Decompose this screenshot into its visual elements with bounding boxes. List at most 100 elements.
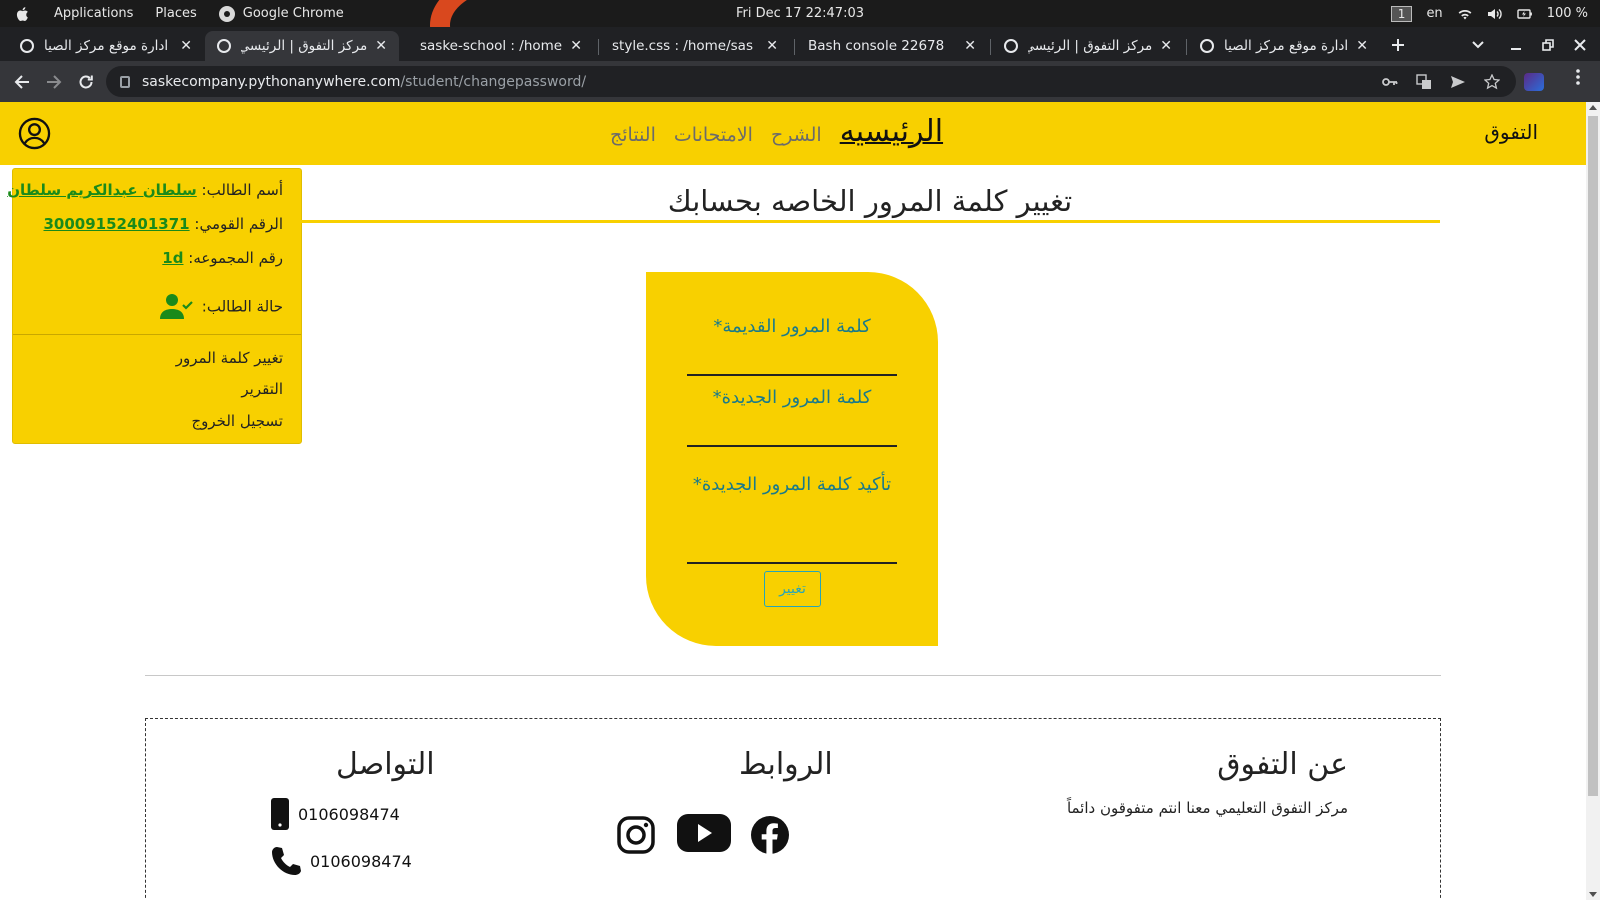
mobile-row: 0106098474: [270, 797, 400, 831]
card-divider: [13, 334, 301, 335]
address-bar[interactable]: saskecompany.pythonanywhere.com/student/…: [106, 66, 1516, 97]
tab-strip: ادارة موقع مركز الصيا ✕ مركز التفوق | ال…: [0, 27, 1600, 61]
reload-button[interactable]: [73, 69, 99, 95]
page-scrollbar[interactable]: [1586, 102, 1600, 900]
tab-7[interactable]: ادارة موقع مركز الصيا ✕: [1188, 31, 1380, 61]
close-icon[interactable]: ✕: [180, 38, 192, 54]
confirm-password-label: تأكيد كلمة المرور الجديدة*: [692, 474, 892, 495]
close-window-button[interactable]: [1574, 31, 1586, 59]
close-icon[interactable]: ✕: [1160, 38, 1172, 54]
student-name-value[interactable]: سلطان عبدالكريم سلطان: [7, 181, 197, 199]
clock[interactable]: Fri Dec 17 22:47:03: [736, 6, 864, 21]
applications-menu[interactable]: Applications: [54, 6, 133, 21]
apple-icon[interactable]: [14, 5, 32, 23]
group-row: رقم المجموعه: 1d: [162, 249, 283, 267]
tab-5[interactable]: Bash console 22678 ✕: [796, 31, 988, 61]
close-icon[interactable]: ✕: [570, 38, 582, 54]
minimize-button[interactable]: [1510, 31, 1522, 59]
old-password-underline: [687, 374, 897, 376]
change-password-button[interactable]: تغيير: [764, 571, 821, 607]
footer-divider: [145, 675, 1441, 676]
places-menu[interactable]: Places: [155, 6, 196, 21]
nav-exams[interactable]: الامتحانات: [674, 124, 753, 146]
new-tab-button[interactable]: [1391, 31, 1405, 59]
scroll-down-arrow[interactable]: [1589, 892, 1597, 897]
star-icon[interactable]: [1484, 73, 1500, 90]
change-password-link[interactable]: تغيير كلمة المرور: [176, 349, 283, 367]
group-value[interactable]: 1d: [162, 249, 183, 267]
chrome-menu-button[interactable]: [1576, 69, 1580, 90]
tab-4[interactable]: style.css : /home/sas ✕: [600, 31, 790, 61]
national-id-value[interactable]: 30009152401371: [43, 215, 189, 233]
wifi-icon[interactable]: [1457, 7, 1473, 21]
report-link[interactable]: التقرير: [241, 380, 283, 398]
logout-link[interactable]: تسجيل الخروج: [191, 412, 283, 430]
change-password-form: كلمة المرور القديمة* كلمة المرور الجديدة…: [646, 272, 938, 646]
student-info-dropdown: أسم الطالب: سلطان عبدالكريم سلطان الرقم …: [7, 168, 302, 444]
new-password-underline: [687, 445, 897, 447]
scrollbar-thumb[interactable]: [1588, 116, 1598, 796]
scroll-up-arrow[interactable]: [1589, 105, 1597, 110]
student-name-label: أسم الطالب:: [201, 181, 283, 199]
tab-title: ادارة موقع مركز الصيا: [44, 38, 169, 54]
tab-1[interactable]: ادارة موقع مركز الصيا ✕: [8, 31, 204, 61]
chevron-down-icon: [1472, 41, 1484, 49]
status-label: حالة الطالب:: [201, 297, 283, 316]
confirm-password-input[interactable]: [687, 535, 897, 563]
send-icon[interactable]: [1450, 75, 1466, 89]
tab-separator: [598, 39, 599, 55]
plus-icon: [1392, 39, 1404, 51]
site-brand[interactable]: التفوق: [1484, 120, 1538, 144]
close-icon[interactable]: ✕: [375, 38, 387, 54]
forward-button[interactable]: [41, 69, 67, 95]
phone-number[interactable]: 0106098474: [310, 852, 412, 871]
phone-row: 0106098474: [270, 845, 412, 877]
tab-3[interactable]: saske-school : /home ✕: [408, 31, 594, 61]
tab-title: مركز التفوق | الرئيسي: [241, 38, 368, 54]
tab-separator: [990, 39, 991, 55]
old-password-input[interactable]: [687, 348, 897, 376]
account-circle-icon[interactable]: [18, 117, 51, 150]
volume-icon[interactable]: [1487, 7, 1503, 21]
tab-search-button[interactable]: [1472, 31, 1484, 59]
workspace-indicator[interactable]: 1: [1390, 5, 1413, 22]
tab-6[interactable]: مركز التفوق | الرئيسي ✕: [992, 31, 1184, 61]
tab-title: Bash console 22678: [808, 38, 945, 54]
wallpaper-swoosh: [430, 0, 630, 27]
nav-lessons[interactable]: الشرح: [771, 124, 822, 146]
minimize-icon: [1511, 48, 1521, 50]
instagram-icon[interactable]: [616, 815, 656, 855]
nav-results[interactable]: النتائج: [610, 124, 656, 146]
facebook-icon[interactable]: [750, 815, 790, 855]
system-top-bar: Applications Places Google Chrome Fri De…: [0, 0, 1600, 27]
group-label: رقم المجموعه:: [188, 249, 283, 267]
key-icon[interactable]: [1382, 77, 1398, 87]
tab-2-active[interactable]: مركز التفوق | الرئيسي ✕: [205, 31, 399, 61]
extension-icon[interactable]: [1524, 73, 1544, 91]
nav-home[interactable]: الرئيسيه: [840, 114, 943, 149]
national-id-row: الرقم القومي: 30009152401371: [43, 215, 283, 233]
translate-icon[interactable]: [1416, 73, 1432, 90]
lock-icon[interactable]: [120, 75, 130, 88]
close-icon[interactable]: ✕: [964, 38, 976, 54]
confirm-password-underline: [687, 562, 897, 564]
mobile-number[interactable]: 0106098474: [298, 805, 400, 824]
active-app-menu[interactable]: Google Chrome: [218, 5, 344, 22]
youtube-icon[interactable]: [676, 813, 732, 853]
contact-heading: التواصل: [336, 747, 435, 782]
browser-toolbar: saskecompany.pythonanywhere.com/student/…: [0, 61, 1600, 102]
battery-icon[interactable]: [1516, 7, 1533, 21]
close-icon[interactable]: ✕: [1356, 38, 1368, 54]
close-icon[interactable]: ✕: [766, 38, 778, 54]
active-app-label: Google Chrome: [242, 6, 344, 21]
keyboard-language[interactable]: en: [1426, 6, 1442, 21]
restore-button[interactable]: [1542, 31, 1554, 59]
restore-icon: [1542, 39, 1554, 51]
globe-icon: [20, 39, 34, 53]
tab-title: style.css : /home/sas: [612, 38, 753, 54]
site-navbar: الرئيسيه الشرح الامتحانات النتائج التفوق: [0, 102, 1586, 165]
back-button[interactable]: [9, 69, 35, 95]
battery-percentage: 100 %: [1546, 6, 1588, 21]
reload-icon: [79, 75, 93, 89]
new-password-input[interactable]: [687, 419, 897, 447]
